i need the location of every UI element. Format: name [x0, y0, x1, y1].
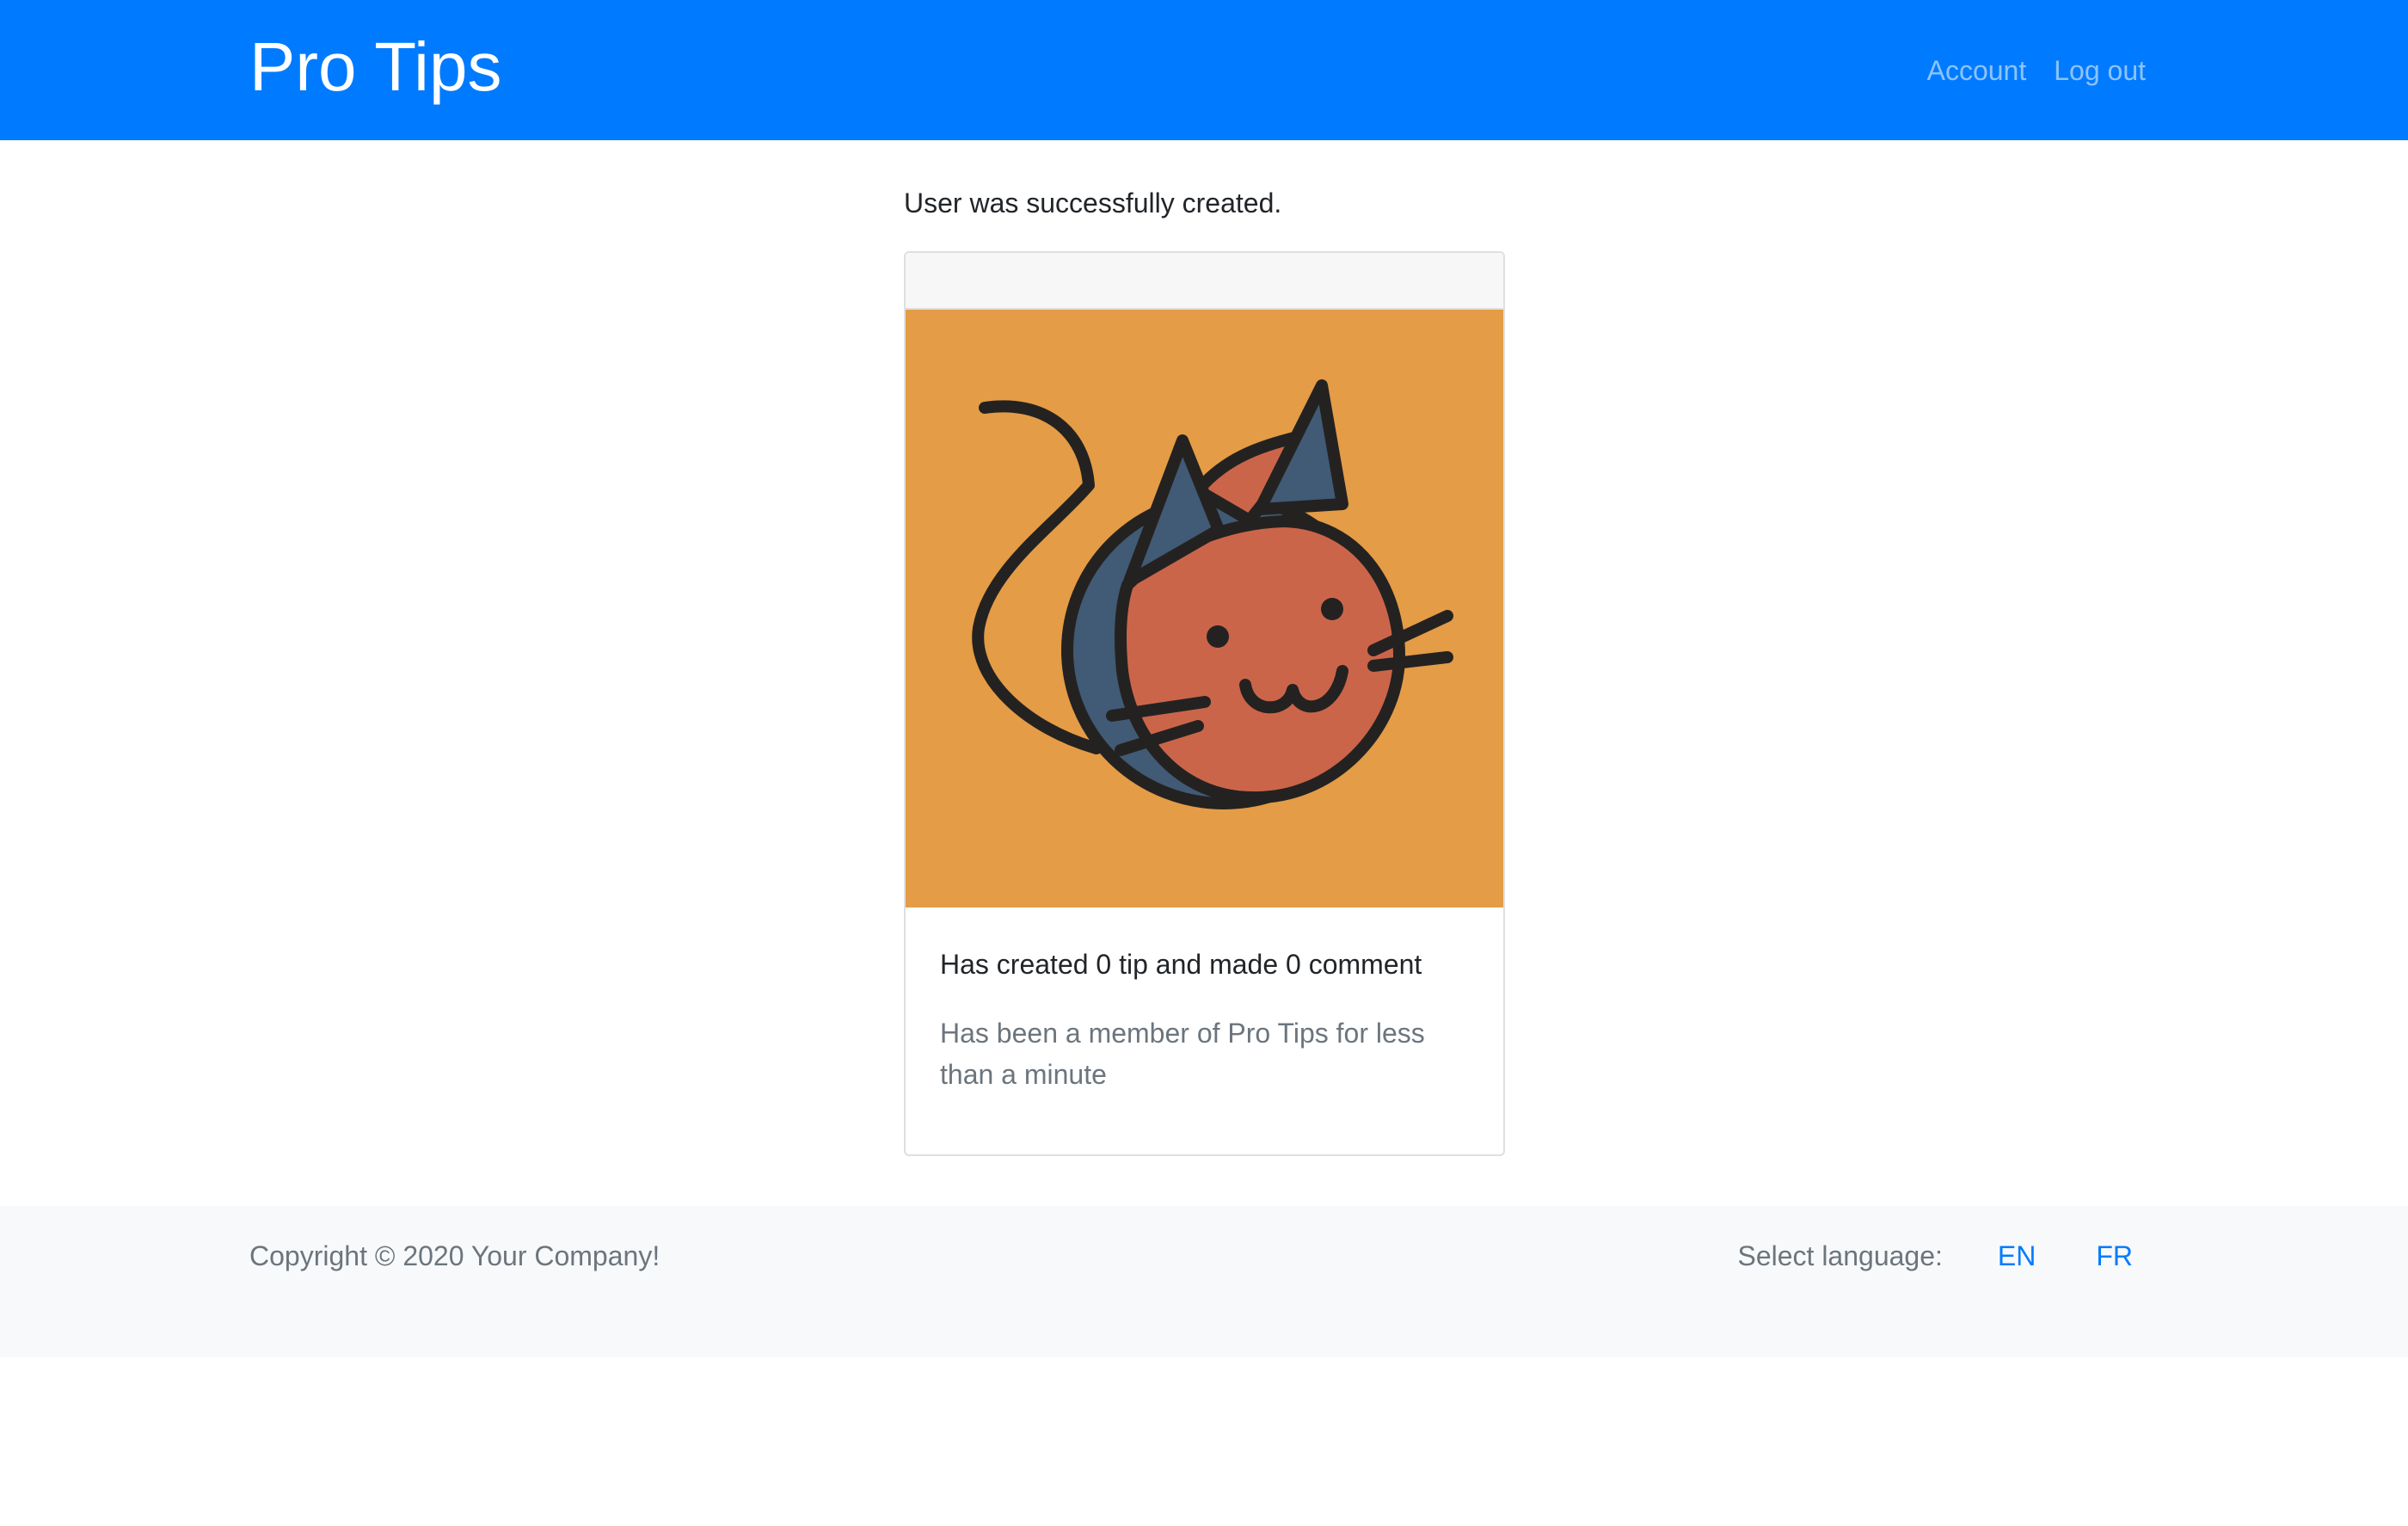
- navbar: Pro Tips Account Log out: [0, 0, 2408, 140]
- language-option-en[interactable]: EN: [1998, 1235, 2036, 1277]
- flash-notice: User was successfully created.: [904, 188, 1282, 218]
- language-selector: Select language: EN FR: [1737, 1235, 2133, 1277]
- user-stats: Has created 0 tip and made 0 comment: [940, 949, 1422, 980]
- cat-avatar-icon: [906, 310, 1503, 908]
- brand-link[interactable]: Pro Tips: [249, 24, 501, 110]
- language-option-fr[interactable]: FR: [2096, 1235, 2133, 1277]
- membership-duration: Has been a member of Pro Tips for less t…: [940, 1018, 1425, 1090]
- nav-links: Account Log out: [1927, 50, 2146, 91]
- card-header: [906, 253, 1503, 310]
- card-body: Has created 0 tip and made 0 comment Has…: [906, 944, 1503, 1095]
- profile-card: Has created 0 tip and made 0 comment Has…: [904, 251, 1505, 1156]
- nav-account-link[interactable]: Account: [1927, 50, 2027, 91]
- language-label: Select language:: [1737, 1240, 1943, 1271]
- footer: Copyright © 2020 Your Company! Select la…: [0, 1206, 2408, 1357]
- copyright-text: Copyright © 2020 Your Company!: [249, 1240, 660, 1271]
- nav-logout-link[interactable]: Log out: [2054, 50, 2146, 91]
